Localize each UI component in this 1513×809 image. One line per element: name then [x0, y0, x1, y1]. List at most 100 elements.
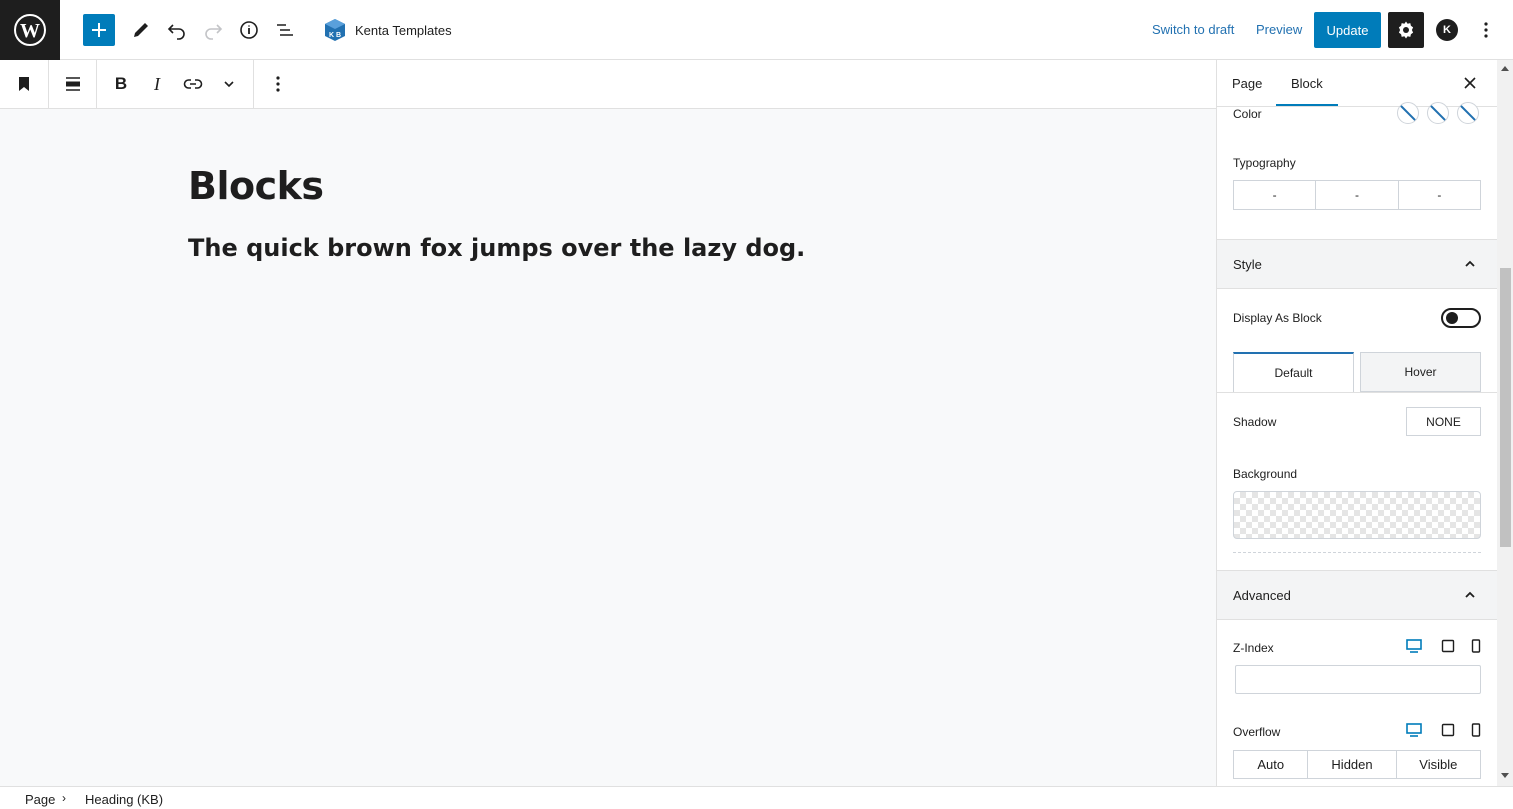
overflow-hidden-button[interactable]: Hidden	[1308, 751, 1397, 778]
list-view-icon	[277, 24, 293, 36]
overflow-label: Overflow	[1233, 725, 1281, 739]
undo-button[interactable]	[161, 14, 193, 46]
more-vertical-icon	[276, 76, 280, 92]
heading-block[interactable]: Blocks	[188, 164, 324, 208]
background-label: Background	[1233, 467, 1298, 481]
toggle-knob	[1446, 312, 1458, 324]
settings-sidebar: Page Block Color Typography - - - Style …	[1216, 60, 1497, 786]
link-button[interactable]	[175, 66, 211, 102]
svg-text:W: W	[20, 20, 40, 42]
mobile-icon	[1471, 639, 1481, 653]
block-type-group	[0, 60, 49, 108]
background-picker[interactable]	[1233, 491, 1481, 539]
block-inserter-button[interactable]	[83, 14, 115, 46]
color-swatch-link-hover[interactable]	[1457, 102, 1479, 124]
color-swatch-link[interactable]	[1427, 102, 1449, 124]
typography-size-button[interactable]: -	[1316, 181, 1399, 209]
typography-label: Typography	[1233, 156, 1296, 170]
more-vertical-icon	[1484, 22, 1488, 38]
z-index-input[interactable]	[1235, 665, 1481, 694]
breadcrumb-separator-icon: ›	[62, 791, 66, 805]
tools-button[interactable]	[125, 14, 157, 46]
z-index-label: Z-Index	[1233, 641, 1274, 655]
overflow-mobile-button[interactable]	[1468, 722, 1484, 738]
link-icon	[183, 79, 203, 89]
undo-icon	[167, 24, 185, 40]
block-toolbar: B I	[0, 60, 1216, 109]
align-button[interactable]	[55, 66, 91, 102]
align-group	[49, 60, 97, 108]
options-button[interactable]	[1474, 18, 1498, 42]
italic-button[interactable]: I	[139, 66, 175, 102]
align-icon	[65, 77, 80, 91]
preview-link[interactable]: Preview	[1256, 22, 1302, 37]
details-button[interactable]	[233, 14, 265, 46]
typography-weight-button[interactable]: -	[1399, 181, 1480, 209]
overflow-tablet-button[interactable]	[1440, 722, 1456, 738]
typography-controls: - - -	[1233, 180, 1481, 210]
bookmark-icon	[19, 77, 29, 91]
kenta-avatar[interactable]: K	[1436, 19, 1458, 41]
block-options-button[interactable]	[260, 66, 296, 102]
redo-button[interactable]	[197, 14, 229, 46]
breadcrumb-heading[interactable]: Heading (KB)	[85, 792, 163, 807]
display-as-block-label: Display As Block	[1233, 311, 1322, 325]
tab-hover[interactable]: Hover	[1360, 352, 1481, 392]
options-group	[254, 60, 302, 108]
style-panel-header[interactable]: Style	[1217, 239, 1497, 289]
wordpress-logo[interactable]: W	[0, 0, 60, 60]
tab-block[interactable]: Block	[1291, 76, 1323, 91]
style-panel-title: Style	[1233, 257, 1262, 272]
plus-icon	[92, 23, 106, 37]
svg-text:K B: K B	[329, 32, 341, 39]
z-index-tablet-button[interactable]	[1440, 638, 1456, 654]
desktop-icon	[1406, 723, 1422, 737]
kenta-blocks-logo-icon: K B	[325, 19, 345, 41]
chevron-down-icon	[224, 81, 234, 88]
editor-header: W K B Kenta Templates Switch to draft Pr…	[0, 0, 1513, 60]
list-view-button[interactable]	[269, 14, 301, 46]
site-name: Kenta Templates	[355, 22, 452, 38]
editor-canvas[interactable]: Blocks The quick brown fox jumps over th…	[0, 109, 1216, 786]
tablet-icon	[1441, 639, 1455, 653]
breadcrumb-page[interactable]: Page	[25, 792, 55, 807]
style-collapse-toggle[interactable]	[1460, 254, 1480, 274]
wordpress-icon: W	[14, 14, 46, 46]
advanced-collapse-toggle[interactable]	[1460, 585, 1480, 605]
tab-default[interactable]: Default	[1233, 352, 1354, 392]
z-index-mobile-button[interactable]	[1468, 638, 1484, 654]
z-index-desktop-button[interactable]	[1406, 638, 1422, 654]
color-swatch-text[interactable]	[1397, 102, 1419, 124]
display-as-block-toggle[interactable]	[1441, 308, 1481, 328]
bold-button[interactable]: B	[103, 66, 139, 102]
subheading-block[interactable]: The quick brown fox jumps over the lazy …	[188, 234, 805, 262]
color-label: Color	[1233, 107, 1262, 121]
info-icon	[240, 21, 258, 39]
advanced-panel-header[interactable]: Advanced	[1217, 570, 1497, 620]
settings-button[interactable]	[1388, 12, 1424, 48]
active-tab-indicator	[1276, 104, 1338, 106]
typography-font-button[interactable]: -	[1234, 181, 1317, 209]
update-button[interactable]: Update	[1314, 12, 1381, 48]
overflow-options: Auto Hidden Visible	[1233, 750, 1481, 779]
scroll-up-arrow-icon[interactable]	[1500, 64, 1510, 72]
block-type-button[interactable]	[6, 66, 42, 102]
chevron-up-icon	[1465, 260, 1475, 267]
close-icon	[1464, 77, 1476, 89]
redo-icon	[205, 24, 223, 40]
background-divider	[1233, 552, 1481, 553]
state-tabs: Default Hover	[1233, 352, 1481, 392]
overflow-auto-button[interactable]: Auto	[1234, 751, 1309, 778]
tab-page[interactable]: Page	[1232, 76, 1262, 91]
scroll-down-arrow-icon[interactable]	[1500, 772, 1510, 780]
more-formats-button[interactable]	[211, 66, 247, 102]
shadow-picker-button[interactable]: NONE	[1406, 407, 1481, 436]
sidebar-scrollbar-thumb[interactable]	[1500, 268, 1511, 547]
block-breadcrumb: Page › Heading (KB)	[0, 786, 1513, 809]
close-sidebar-button[interactable]	[1460, 73, 1480, 93]
site-brand[interactable]: K B Kenta Templates	[322, 17, 452, 43]
overflow-desktop-button[interactable]	[1406, 722, 1422, 738]
overflow-visible-button[interactable]: Visible	[1397, 751, 1480, 778]
mobile-icon	[1471, 723, 1481, 737]
switch-to-draft-link[interactable]: Switch to draft	[1152, 22, 1234, 37]
